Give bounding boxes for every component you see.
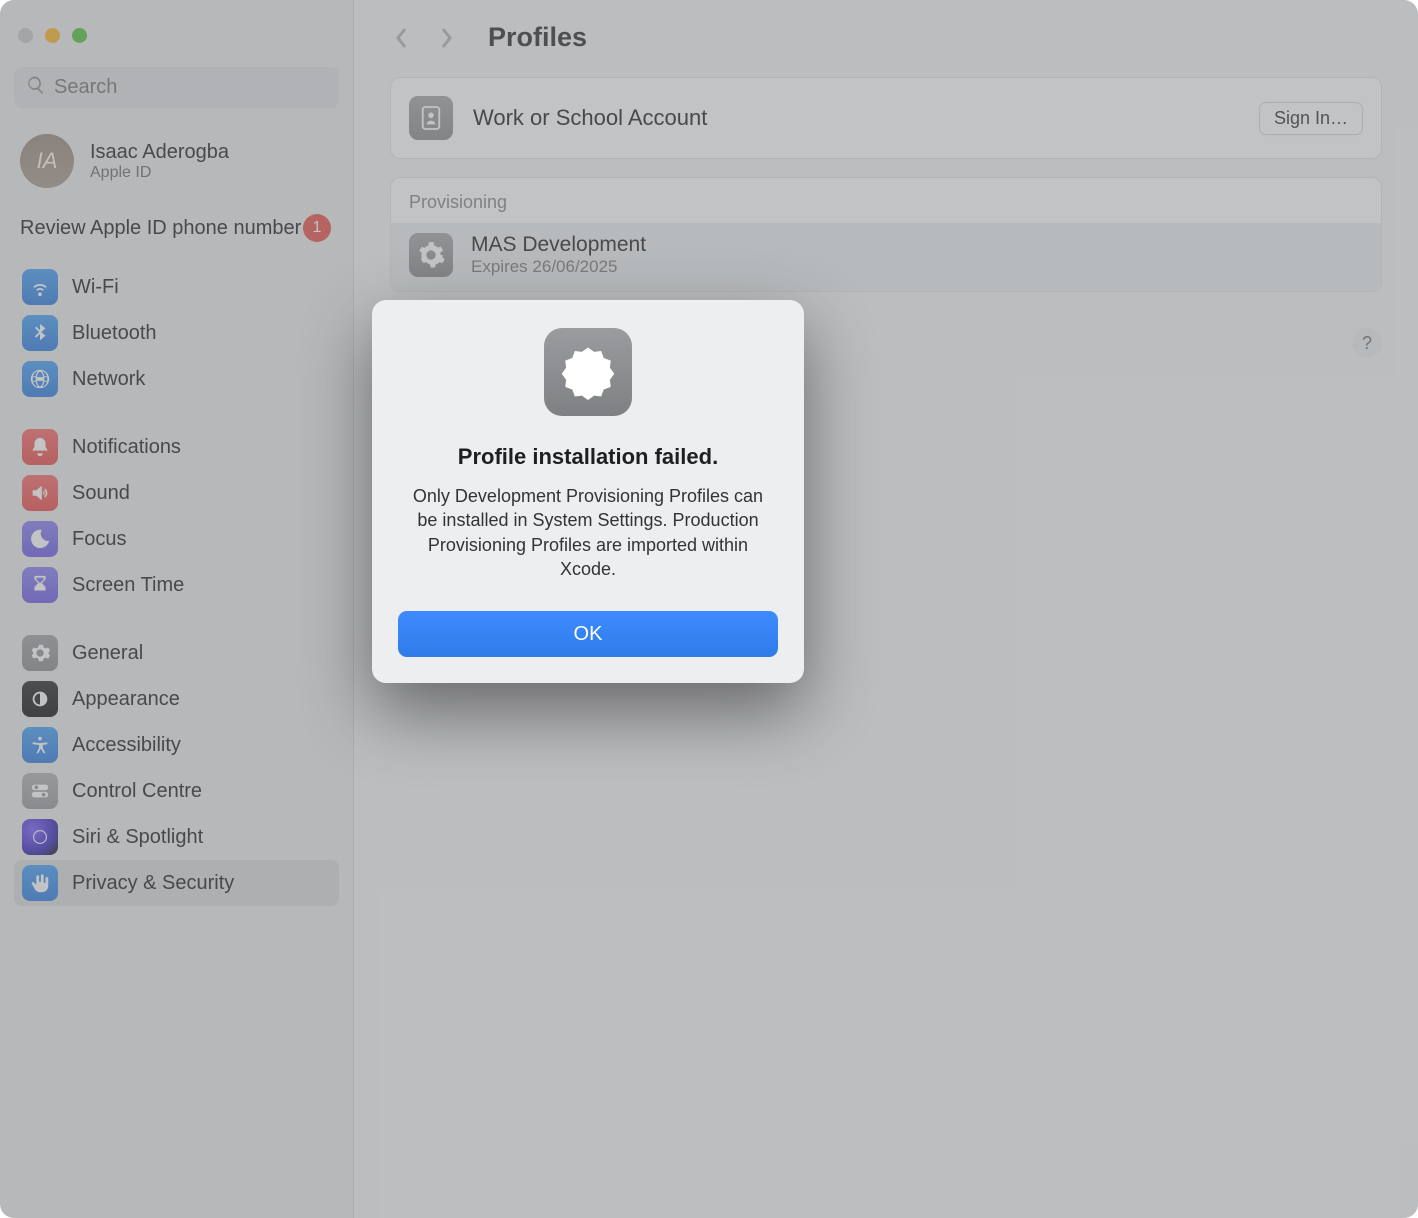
- error-dialog: Profile installation failed. Only Develo…: [372, 300, 804, 683]
- ok-button[interactable]: OK: [398, 611, 778, 657]
- dialog-message: Only Development Provisioning Profiles c…: [398, 484, 778, 581]
- dialog-title: Profile installation failed.: [398, 444, 778, 470]
- seal-check-icon: [544, 328, 632, 416]
- system-settings-window: IA Isaac Aderogba Apple ID Review Apple …: [0, 0, 1418, 1218]
